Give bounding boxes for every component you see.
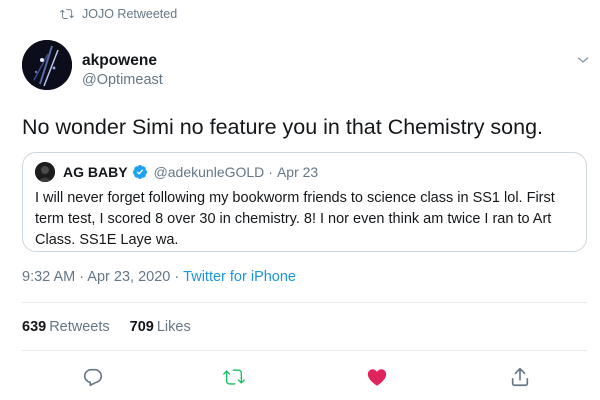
retweet-icon (223, 369, 245, 385)
retweeted-by-text: JOJO Retweeted (82, 7, 178, 21)
author-name[interactable]: akpowene (82, 51, 163, 71)
quoted-tweet-text: I will never forget following my bookwor… (35, 190, 555, 248)
like-button[interactable] (362, 362, 392, 392)
separator-dot: · (268, 164, 273, 180)
author-avatar[interactable] (22, 40, 72, 90)
quoted-tweet-header: AG BABY @adekunleGOLD · Apr 23 (35, 162, 574, 182)
author-block: akpowene @Optimeast (82, 51, 163, 89)
retweets-count: 639 (22, 319, 47, 335)
retweet-banner: JOJO Retweeted (60, 4, 177, 24)
quoted-tweet-date: Apr 23 (276, 164, 319, 180)
quoted-author-avatar (35, 162, 55, 182)
likes-stat[interactable]: 709 Likes (130, 316, 191, 338)
more-options-button[interactable] (572, 49, 594, 71)
verified-badge-icon (132, 165, 147, 179)
action-bar (0, 362, 600, 392)
engagement-stats: 639 Retweets 709 Likes (22, 316, 211, 338)
heart-icon (367, 369, 387, 386)
quoted-tweet[interactable]: AG BABY @adekunleGOLD · Apr 23 I will ne… (22, 152, 587, 252)
retweet-icon (60, 9, 74, 19)
reply-button[interactable] (78, 362, 108, 392)
tweet-source-link[interactable]: Twitter for iPhone (183, 269, 296, 285)
retweets-stat[interactable]: 639 Retweets (22, 316, 110, 338)
quoted-avatar-image (35, 162, 55, 182)
quoted-author-handle: @adekunleGOLD (153, 164, 265, 180)
tweet-text: No wonder Simi no feature you in that Ch… (22, 115, 544, 139)
meta-separator: · (174, 269, 180, 285)
share-icon (511, 367, 529, 387)
quoted-author-name: AG BABY (63, 164, 128, 180)
tweet-meta: 9:32 AM · Apr 23, 2020 · Twitter for iPhon… (22, 267, 296, 287)
divider-bottom (22, 350, 587, 351)
divider-top (22, 302, 587, 303)
tweet-timestamp[interactable]: 9:32 AM · Apr 23, 2020 (22, 269, 170, 285)
retweet-button[interactable] (219, 362, 249, 392)
retweets-label: Retweets (49, 319, 110, 335)
avatar-image (22, 40, 72, 90)
likes-count: 709 (129, 319, 154, 335)
likes-label: Likes (156, 319, 191, 335)
share-button[interactable] (505, 362, 535, 392)
chevron-down-icon (577, 57, 589, 63)
reply-icon (83, 368, 103, 387)
author-handle[interactable]: @Optimeast (82, 71, 163, 89)
